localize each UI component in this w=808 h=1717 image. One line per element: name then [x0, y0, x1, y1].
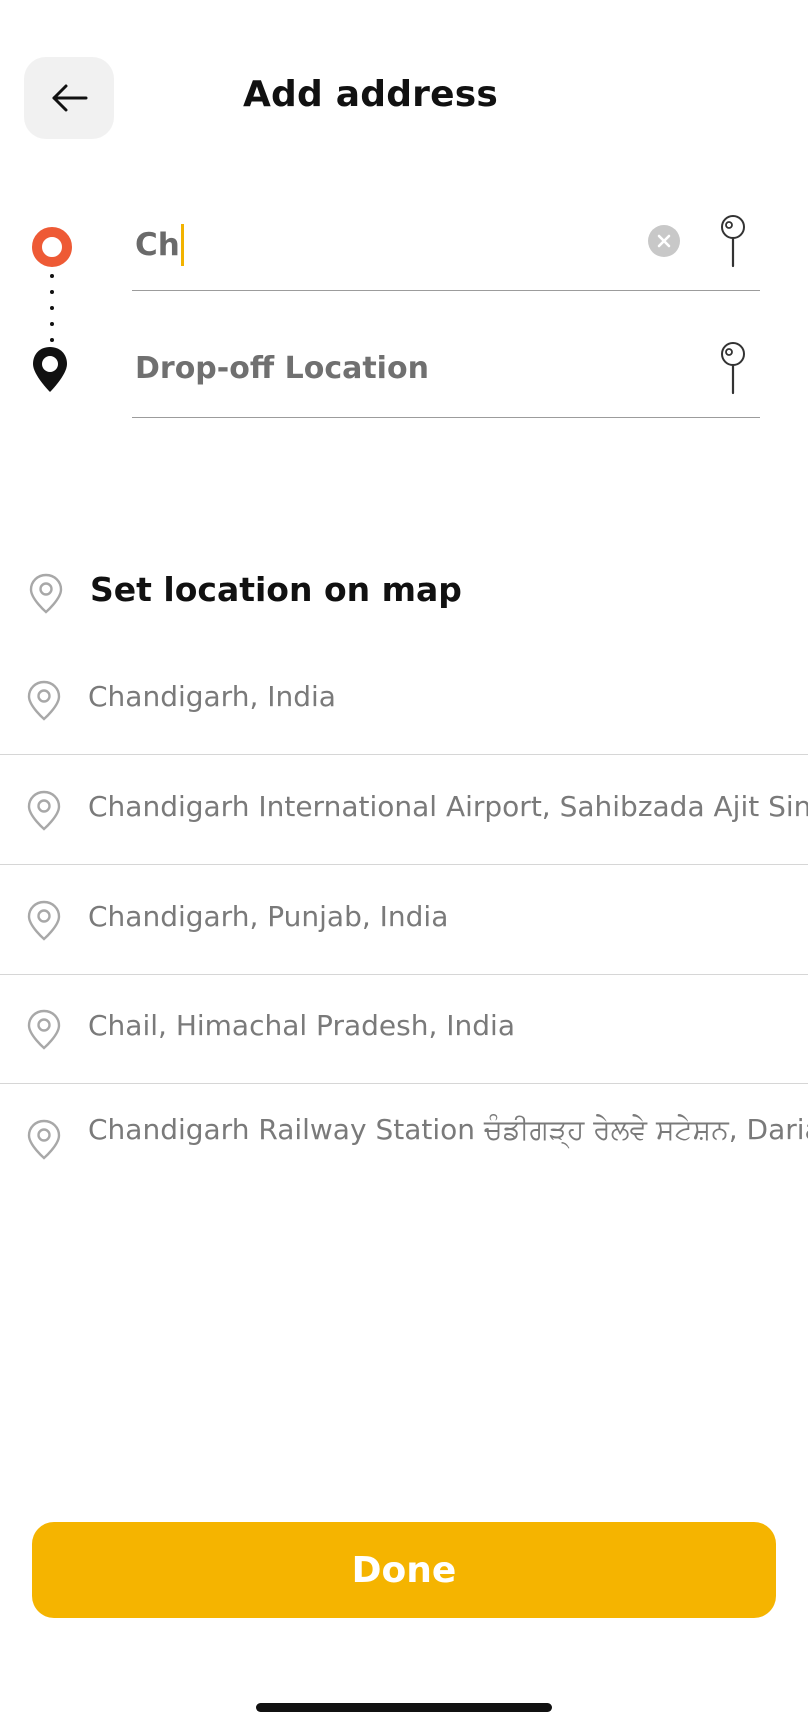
back-button[interactable]: [24, 57, 114, 139]
clear-input-button[interactable]: [648, 225, 680, 257]
pickup-input-value[interactable]: Ch: [135, 224, 184, 266]
set-location-on-map-item[interactable]: Set location on map: [0, 560, 808, 624]
pushpin-icon[interactable]: [718, 214, 748, 268]
suggestion-text: Chail, Himachal Pradesh, India: [88, 1009, 515, 1042]
location-pin-icon: [26, 680, 62, 722]
set-location-label: Set location on map: [90, 570, 462, 609]
location-pin-icon: [26, 900, 62, 942]
suggestion-item[interactable]: Chandigarh, India: [0, 646, 808, 755]
route-dotted-line: [50, 274, 54, 342]
dropoff-input-placeholder[interactable]: Drop-off Location: [135, 351, 429, 386]
suggestion-text: Chandigarh, India: [88, 680, 336, 713]
arrow-left-icon: [52, 84, 88, 112]
suggestion-item[interactable]: Chandigarh International Airport, Sahibz…: [0, 756, 808, 865]
suggestion-item[interactable]: Chail, Himachal Pradesh, India: [0, 975, 808, 1084]
suggestion-text: Chandigarh Railway Station ਚੰਡੀਗੜ੍ਹ ਰੇਲਵ…: [88, 1113, 808, 1146]
close-icon: [657, 234, 671, 248]
done-button[interactable]: Done: [32, 1522, 776, 1618]
location-pin-icon: [28, 573, 64, 615]
dropoff-input[interactable]: Drop-off Location: [132, 337, 760, 418]
location-pin-icon: [26, 790, 62, 832]
location-pin-icon: [26, 1009, 62, 1051]
suggestion-item[interactable]: Chandigarh, Punjab, India: [0, 866, 808, 975]
suggestion-text: Chandigarh International Airport, Sahibz…: [88, 790, 808, 823]
pickup-marker-icon: [32, 227, 72, 267]
suggestion-item[interactable]: Chandigarh Railway Station ਚੰਡੀਗੜ੍ਹ ਰੇਲਵ…: [0, 1085, 808, 1193]
location-pin-icon: [26, 1119, 62, 1161]
home-indicator[interactable]: [256, 1703, 552, 1712]
pickup-input[interactable]: Ch: [132, 210, 760, 291]
suggestion-text: Chandigarh, Punjab, India: [88, 900, 449, 933]
text-caret: [180, 224, 184, 266]
pushpin-icon[interactable]: [718, 341, 748, 395]
page-title: Add address: [243, 74, 498, 115]
dropoff-marker-icon: [33, 347, 67, 392]
